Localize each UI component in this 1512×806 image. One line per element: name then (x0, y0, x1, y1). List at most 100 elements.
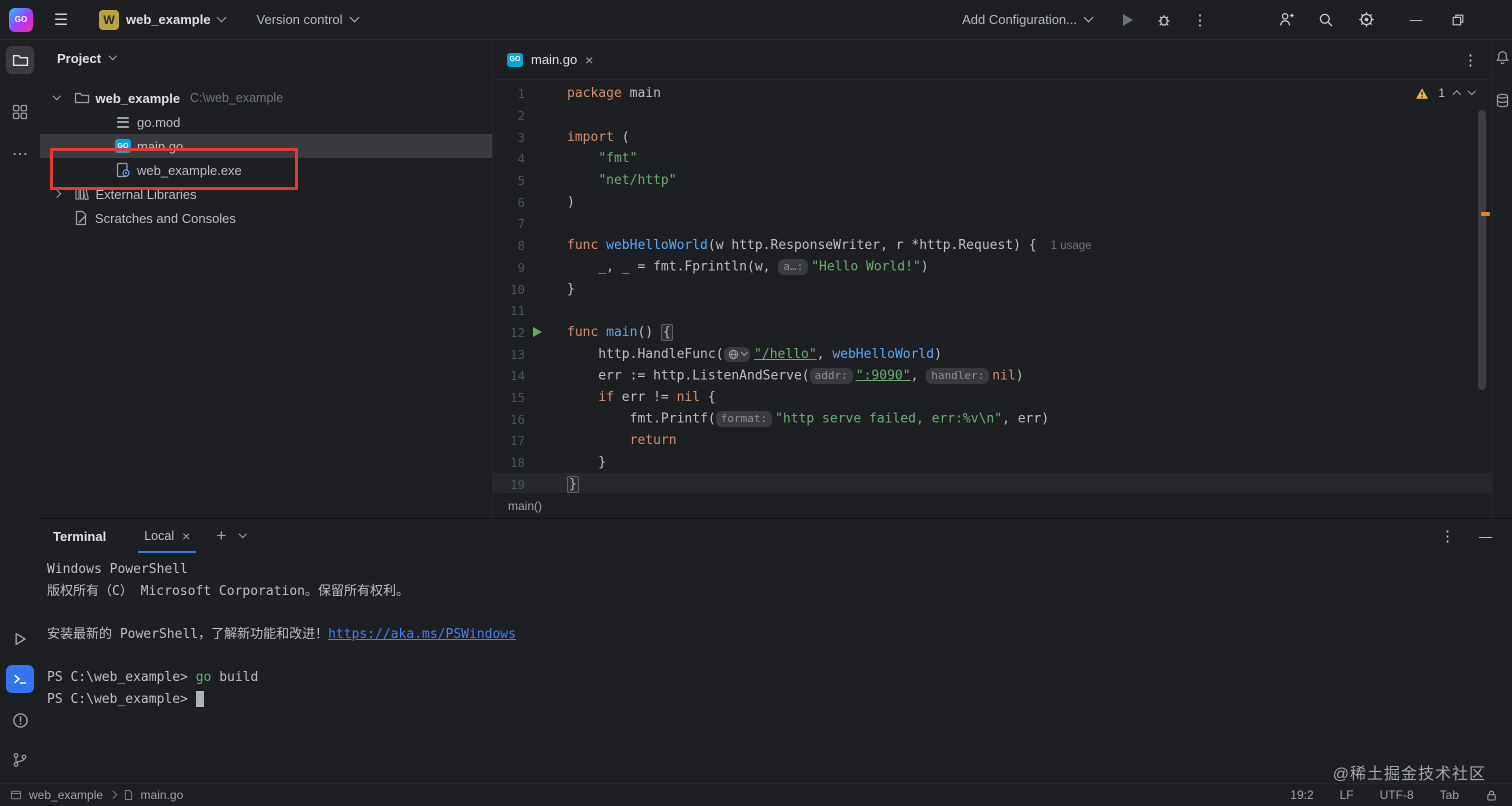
url-string[interactable]: ":9090" (856, 368, 911, 383)
code-line-5: 5 "net/http" (493, 170, 1492, 192)
notifications-button[interactable] (1495, 50, 1510, 65)
more-actions-button[interactable]: ⋮ (1186, 6, 1214, 34)
usages-inlay[interactable]: 1 usage (1051, 240, 1092, 252)
code-text: ) (567, 194, 575, 210)
tool-problems-button[interactable] (6, 706, 34, 734)
git-branch-icon (13, 753, 27, 767)
status-widgets: 19:2 LF UTF-8 Tab (1264, 788, 1498, 802)
tree-item-go-mod[interactable]: go.mod (40, 110, 492, 134)
minimize-icon: — (1409, 12, 1423, 27)
tree-item-main-go[interactable]: GO main.go (40, 134, 492, 158)
line-number: 1 (517, 86, 525, 102)
globe-icon (728, 349, 738, 359)
search-everywhere-button[interactable] (1312, 6, 1340, 34)
version-control-widget[interactable]: Version control (256, 12, 359, 27)
code-line-1: 1 package main (493, 83, 1492, 105)
restore-icon (1452, 14, 1464, 25)
terminal-tab-local[interactable]: Local × (138, 519, 197, 553)
editor-scrollbar[interactable] (1478, 110, 1486, 390)
indent-widget[interactable]: Tab (1440, 788, 1459, 802)
caret-position-widget[interactable]: 19:2 (1290, 788, 1313, 802)
line-separator-widget[interactable]: LF (1340, 788, 1354, 802)
code-line-3: 3 import ( (493, 126, 1492, 148)
tree-item-scratches-and-consoles[interactable]: Scratches and Consoles (40, 206, 492, 230)
bell-icon (1496, 51, 1509, 64)
code-text: return (629, 433, 677, 449)
database-tool-button[interactable] (1495, 93, 1510, 108)
url-globe-inlay[interactable] (723, 346, 751, 362)
plus-icon: + (216, 526, 227, 545)
inspections-widget[interactable]: 1 (1415, 86, 1476, 100)
breadcrumb[interactable]: main() (493, 493, 1492, 518)
editor-tab-title: main.go (531, 52, 578, 67)
hide-terminal-button[interactable]: — (1479, 529, 1492, 544)
encoding-widget[interactable]: UTF-8 (1380, 788, 1414, 802)
status-file-name[interactable]: main.go (141, 788, 184, 802)
version-control-label: Version control (256, 12, 343, 27)
tree-item-label: web_example.exe (137, 162, 242, 178)
parameter-hint-inlay[interactable]: format: (715, 411, 773, 428)
chevron-down-icon[interactable] (52, 92, 61, 100)
close-icon[interactable]: × (585, 53, 593, 67)
debug-button[interactable] (1150, 6, 1178, 34)
minimize-icon: — (1479, 528, 1492, 544)
url-string[interactable]: "/hello" (754, 347, 817, 362)
line-number: 3 (517, 129, 525, 145)
chevron-down-icon[interactable] (1467, 87, 1476, 95)
terminal-link[interactable]: https://aka.ms/PSWindows (328, 627, 516, 642)
terminal-options-button[interactable]: ⋮ (1440, 527, 1455, 545)
lock-icon (1487, 790, 1496, 800)
status-project-name[interactable]: web_example (29, 788, 103, 802)
line-number: 17 (509, 433, 525, 449)
settings-button[interactable] (1352, 6, 1380, 34)
tree-item-web-example-root[interactable]: web_example C:\web_example (40, 86, 492, 110)
breadcrumb-item[interactable]: main() (508, 499, 542, 513)
run-configuration-selector[interactable]: Add Configuration... (962, 12, 1094, 27)
kebab-icon: ⋮ (1463, 51, 1478, 69)
new-session-button[interactable]: + (210, 526, 232, 546)
parameter-hint-inlay[interactable]: a…: (778, 259, 809, 276)
restore-button[interactable] (1444, 6, 1472, 34)
editor-tabbar: GO main.go × ⋮ (493, 40, 1492, 80)
tool-more-button[interactable]: ⋯ (6, 140, 34, 168)
tree-item-external-libraries[interactable]: External Libraries (40, 182, 492, 206)
session-options-button[interactable] (239, 530, 247, 538)
code-area[interactable]: 1 package main 2 3 import (4 "fmt" 5 "net/htt… (493, 80, 1492, 493)
minimize-button[interactable]: — (1402, 6, 1430, 34)
run-gutter-button[interactable] (529, 327, 545, 338)
editor-tab-main-go[interactable]: GO main.go × (493, 40, 607, 80)
run-tool-icon (15, 632, 26, 646)
terminal-output[interactable]: Windows PowerShell 版权所有（C） Microsoft Corp… (40, 553, 1512, 710)
scratches-icon (75, 210, 87, 226)
tool-version-control-button[interactable] (6, 746, 34, 774)
tool-run-button[interactable] (6, 625, 34, 653)
close-icon[interactable]: × (182, 529, 190, 543)
project-panel-header[interactable]: Project (40, 40, 492, 76)
exe-file-icon (116, 162, 130, 178)
right-tool-strip (1492, 40, 1512, 518)
terminal-icon (14, 674, 27, 684)
tool-terminal-button[interactable] (6, 665, 34, 693)
chevron-down-icon (239, 530, 247, 538)
chevron-up-icon[interactable] (1452, 91, 1461, 99)
terminal-text: build (211, 669, 259, 685)
run-button[interactable] (1114, 6, 1142, 34)
chevron-right-icon[interactable] (52, 190, 61, 198)
readonly-toggle[interactable] (1485, 789, 1498, 802)
run-icon (1123, 13, 1133, 26)
project-widget[interactable]: W web_example (91, 6, 233, 34)
tool-project-button[interactable] (6, 46, 34, 74)
editor-options-button[interactable]: ⋮ (1463, 51, 1492, 69)
line-number: 8 (517, 238, 525, 254)
code-with-me-button[interactable] (1272, 6, 1300, 34)
parameter-hint-inlay[interactable]: addr: (809, 367, 853, 384)
code-text: err := http.ListenAndServe(addr: ":9090",… (567, 367, 1024, 384)
kebab-icon: ⋮ (1440, 528, 1455, 545)
tool-structure-button[interactable] (6, 98, 34, 126)
file-mini-icon (124, 790, 132, 800)
main-menu-button[interactable]: ☰ (47, 6, 75, 34)
inspection-marker[interactable] (1481, 212, 1490, 216)
tree-item-web-example-exe[interactable]: web_example.exe (40, 158, 492, 182)
code-line-8: 8 func webHelloWorld(w http.ResponseWrite… (493, 235, 1492, 257)
parameter-hint-inlay[interactable]: handler: (926, 367, 990, 384)
